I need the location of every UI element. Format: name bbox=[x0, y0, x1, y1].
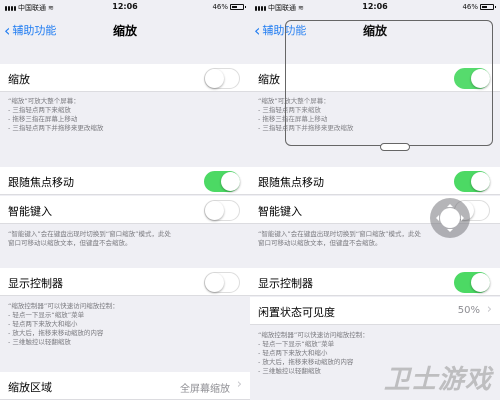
smart-typing-toggle[interactable] bbox=[204, 200, 240, 221]
chevron-right-icon: › bbox=[236, 377, 242, 392]
footnote-line: - 轻点两下来放大和缩小 bbox=[8, 320, 78, 328]
idle-visibility-row[interactable]: 闲置状态可见度 50% › bbox=[250, 297, 500, 325]
arrow-left-icon bbox=[433, 215, 439, 221]
footnote-line: - 拖移三指在屏幕上移动 bbox=[8, 115, 78, 123]
arrow-down-icon bbox=[447, 229, 453, 235]
show-controller-label: 显示控制器 bbox=[8, 277, 63, 290]
battery-level-fill bbox=[232, 6, 237, 8]
footnote-line: - 三维触控以轻翻缩放 bbox=[8, 338, 71, 346]
zoom-region-value: 全屏幕缩放 bbox=[180, 384, 230, 395]
zoom-region-row[interactable]: 缩放区域 全屏幕缩放 › bbox=[0, 372, 250, 400]
show-controller-row: 显示控制器 bbox=[0, 268, 250, 296]
footnote-line: “缩放控制器”可以快速访问缩放控制： bbox=[258, 331, 369, 339]
watermark-logo: 卫士游戏 bbox=[383, 365, 492, 395]
footnote-line: - 轻点两下来放大和缩小 bbox=[258, 349, 328, 357]
smart-typing-label: 智能键入 bbox=[258, 205, 302, 218]
show-controller-toggle[interactable] bbox=[454, 272, 490, 293]
arrow-up-icon bbox=[447, 201, 453, 207]
battery-icon bbox=[480, 4, 496, 10]
footnote-line: - 轻点一下显示“缩放”菜单 bbox=[258, 340, 335, 348]
show-controller-label: 显示控制器 bbox=[258, 277, 313, 290]
footnote-line: - 轻点一下显示“缩放”菜单 bbox=[8, 311, 85, 319]
zoom-region-label: 缩放区域 bbox=[8, 381, 52, 394]
zoom-label: 缩放 bbox=[258, 73, 280, 86]
follow-focus-row: 跟随焦点移动 bbox=[250, 167, 500, 195]
page-title: 缩放 bbox=[112, 24, 137, 38]
footnote-line: 窗口可移动以缩放文本，但键盘不会缩放。 bbox=[8, 239, 132, 247]
follow-focus-label: 跟随焦点移动 bbox=[258, 176, 324, 189]
footnote-line: “智能键入”会在键盘出现时切换到“窗口缩放”模式，此处 bbox=[8, 230, 171, 238]
follow-focus-row: 跟随焦点移动 bbox=[0, 167, 250, 195]
controller-footnote: “缩放控制器”可以快速访问缩放控制： - 轻点一下显示“缩放”菜单 - 轻点两下… bbox=[8, 302, 242, 347]
idle-visibility-value: 50% bbox=[457, 305, 480, 316]
nav-bar: ‹ 辅助功能 缩放 bbox=[0, 14, 250, 44]
footnote-line: - 三指轻点两下来缩放 bbox=[8, 106, 71, 114]
zoom-toggle[interactable] bbox=[204, 68, 240, 89]
footnote-line: 窗口可移动以缩放文本，但键盘不会缩放。 bbox=[258, 239, 382, 247]
follow-focus-toggle[interactable] bbox=[204, 171, 240, 192]
idle-visibility-label: 闲置状态可见度 bbox=[258, 306, 335, 319]
phone-screen-left: 中国联通 ≋ 12:06 46% ‹ 辅助功能 缩放 缩放 “缩放”可放大整个屏… bbox=[0, 0, 250, 400]
footnote-line: - 放大后，拖移来移动缩放的内容 bbox=[8, 329, 104, 337]
show-controller-toggle[interactable] bbox=[204, 272, 240, 293]
smart-typing-footnote: “智能键入”会在键盘出现时切换到“窗口缩放”模式，此处 窗口可移动以缩放文本，但… bbox=[8, 230, 242, 248]
joystick-center bbox=[440, 208, 460, 228]
zoom-window-handle[interactable] bbox=[380, 143, 410, 151]
zoom-label: 缩放 bbox=[8, 73, 30, 86]
arrow-right-icon bbox=[461, 215, 467, 221]
status-bar: 中国联通 ≋ 12:06 46% bbox=[0, 0, 250, 14]
zoom-row: 缩放 bbox=[0, 64, 250, 92]
chevron-right-icon: › bbox=[486, 302, 492, 317]
battery-percent: 46% bbox=[212, 3, 228, 11]
status-bar: 中国联通 ≋ 12:06 46% bbox=[250, 0, 500, 14]
footnote-line: “缩放控制器”可以快速访问缩放控制： bbox=[8, 302, 119, 310]
show-controller-row: 显示控制器 bbox=[250, 268, 500, 296]
battery-level-fill bbox=[482, 6, 487, 8]
footnote-line: “缩放”可放大整个屏幕： bbox=[8, 97, 80, 105]
zoom-footnote: “缩放”可放大整个屏幕： - 三指轻点两下来缩放 - 拖移三指在屏幕上移动 - … bbox=[8, 97, 242, 133]
footnote-line: - 三指轻点两下并拖移来更改缩放 bbox=[8, 124, 104, 132]
follow-focus-toggle[interactable] bbox=[454, 171, 490, 192]
smart-typing-row: 智能键入 bbox=[0, 196, 250, 224]
zoom-controller-joystick[interactable] bbox=[430, 198, 470, 238]
battery-icon bbox=[230, 4, 246, 10]
battery-percent: 46% bbox=[462, 3, 478, 11]
follow-focus-label: 跟随焦点移动 bbox=[8, 176, 74, 189]
smart-typing-label: 智能键入 bbox=[8, 205, 52, 218]
zoom-window-frame[interactable] bbox=[285, 20, 493, 146]
